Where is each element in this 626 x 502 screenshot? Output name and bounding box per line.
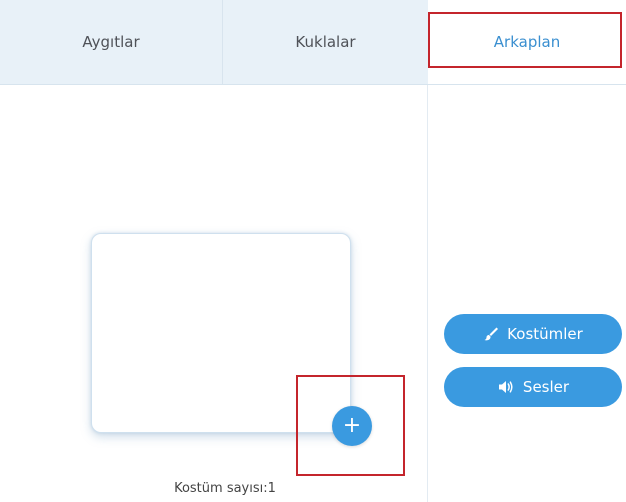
costumes-button[interactable]: Kostümler xyxy=(444,314,622,354)
tab-background[interactable]: Arkaplan xyxy=(428,0,626,84)
add-costume-button[interactable]: + xyxy=(332,406,372,446)
brush-icon xyxy=(483,326,499,342)
sounds-button[interactable]: Sesler xyxy=(444,367,622,407)
costumes-button-label: Kostümler xyxy=(507,325,583,343)
sounds-button-label: Sesler xyxy=(522,378,570,396)
speaker-icon xyxy=(497,379,515,395)
tab-devices[interactable]: Aygıtlar xyxy=(0,0,222,84)
costume-count-label: Kostüm sayısı:1 xyxy=(174,481,276,496)
tab-bar: Aygıtlar Kuklalar Arkaplan xyxy=(0,0,626,85)
tab-puppets-label: Kuklalar xyxy=(295,33,356,51)
tab-puppets[interactable]: Kuklalar xyxy=(222,0,428,84)
plus-icon: + xyxy=(342,413,362,438)
tab-devices-label: Aygıtlar xyxy=(82,33,140,51)
costume-thumbnail[interactable] xyxy=(91,233,351,433)
tab-background-label: Arkaplan xyxy=(493,33,561,51)
